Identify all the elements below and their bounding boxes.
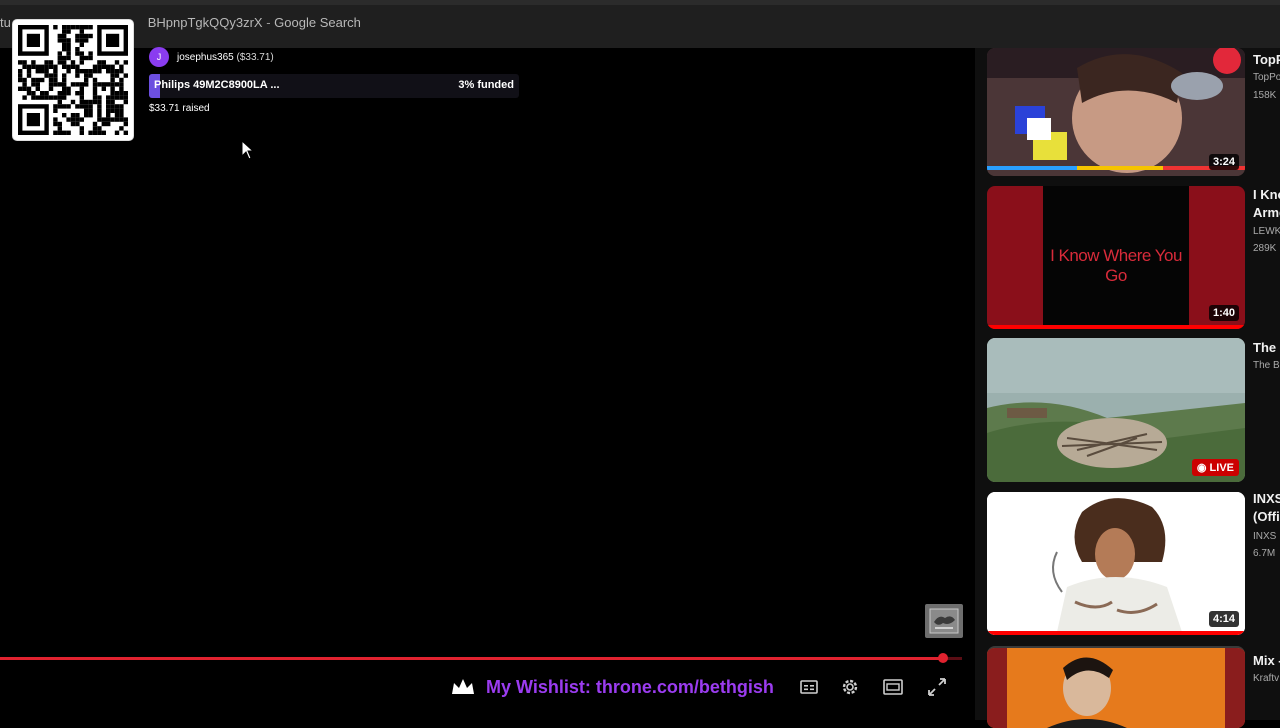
window-frame (0, 0, 1280, 5)
donor-amount: ($33.71) (236, 51, 274, 63)
goal-funded: 3% funded (458, 79, 514, 91)
donor-line: josephus365 ($33.71) (177, 52, 274, 63)
wishlist-text: My Wishlist: throne.com/bethgish (486, 676, 774, 697)
video-channel[interactable]: The B (1253, 360, 1280, 371)
video-channel[interactable]: Kraftv (1253, 673, 1279, 684)
video-channel[interactable]: LEWK (1253, 226, 1280, 237)
thumbnail-image (987, 492, 1245, 635)
video-views: 289K (1253, 243, 1277, 254)
live-broadcast-icon: ◉ (1196, 462, 1210, 474)
video-title-line2[interactable]: (Offic (1253, 509, 1280, 524)
video-thumbnail[interactable] (987, 646, 1245, 728)
live-label: LIVE (1209, 462, 1234, 474)
thumbnail-text: I Know Where You Go (1050, 246, 1182, 285)
live-badge: ◉ LIVE (1191, 459, 1239, 476)
video-thumbnail[interactable]: I Know Where You Go 1:40 (987, 186, 1245, 329)
video-thumbnail[interactable]: 3:24 (987, 48, 1245, 176)
tab-title-separator: - (262, 15, 275, 30)
tab-title-suffix: Google Search (274, 15, 361, 30)
video-progress-played (0, 657, 943, 660)
wishlist-overlay: My Wishlist: throne.com/bethgish (450, 670, 774, 704)
player-controls: My Wishlist: throne.com/bethgish (450, 670, 960, 704)
fullscreen-icon[interactable] (926, 676, 948, 698)
video-progress-bar[interactable] (0, 653, 962, 663)
video-channel[interactable]: TopPo (1253, 72, 1280, 83)
channel-watermark-logo[interactable] (925, 604, 963, 638)
thumbnail-image (987, 648, 1245, 728)
video-title[interactable]: TopP (1253, 52, 1280, 67)
mouse-cursor-icon (241, 140, 255, 160)
thumbnail-image (987, 48, 1245, 176)
crown-icon (452, 679, 474, 694)
video-title[interactable]: I Kno (1253, 187, 1280, 202)
video-duration: 4:14 (1208, 611, 1239, 627)
donation-latest: J josephus365 ($33.71) (149, 47, 274, 67)
video-views: 158K (1253, 90, 1277, 101)
donor-avatar: J (149, 47, 169, 67)
watched-progress-bar (987, 631, 1245, 635)
goal-raised: $33.71 raised (149, 103, 210, 114)
qr-code (13, 20, 133, 140)
goal-progress-bar: Philips 49M2C8900LA ... 3% funded (149, 74, 519, 98)
video-duration: 1:40 (1208, 305, 1239, 321)
donor-name: josephus365 (177, 51, 234, 63)
watched-progress-bar (987, 325, 1245, 329)
video-thumbnail[interactable]: ◉ LIVE (987, 338, 1245, 482)
video-title[interactable]: The I (1253, 340, 1280, 355)
settings-gear-icon[interactable] (839, 676, 861, 698)
recommendations-sidebar: 3:24 TopP TopPo 158K I Know Where You Go… (975, 48, 1280, 728)
video-progress-scrubber[interactable] (937, 653, 948, 663)
video-title-line2[interactable]: Arme (1253, 205, 1280, 220)
video-title[interactable]: INXS (1253, 491, 1280, 506)
video-thumbnail[interactable]: 4:14 (987, 492, 1245, 635)
browser-title-bar: tu. BHpnpTgkQQy3zrX - Google Search (0, 0, 1280, 48)
tab-title-id: BHpnpTgkQQy3zrX (147, 15, 263, 30)
watermark-emblem-icon (929, 608, 959, 634)
video-title[interactable]: Mix - (1253, 653, 1280, 668)
video-duration: 3:24 (1208, 154, 1239, 170)
video-channel[interactable]: INXS (1253, 531, 1276, 542)
video-views: 6.7M (1253, 548, 1276, 559)
subtitles-icon[interactable] (798, 676, 820, 698)
miniplayer-icon[interactable] (882, 676, 904, 698)
goal-name: Philips 49M2C8900LA ... (154, 79, 280, 91)
